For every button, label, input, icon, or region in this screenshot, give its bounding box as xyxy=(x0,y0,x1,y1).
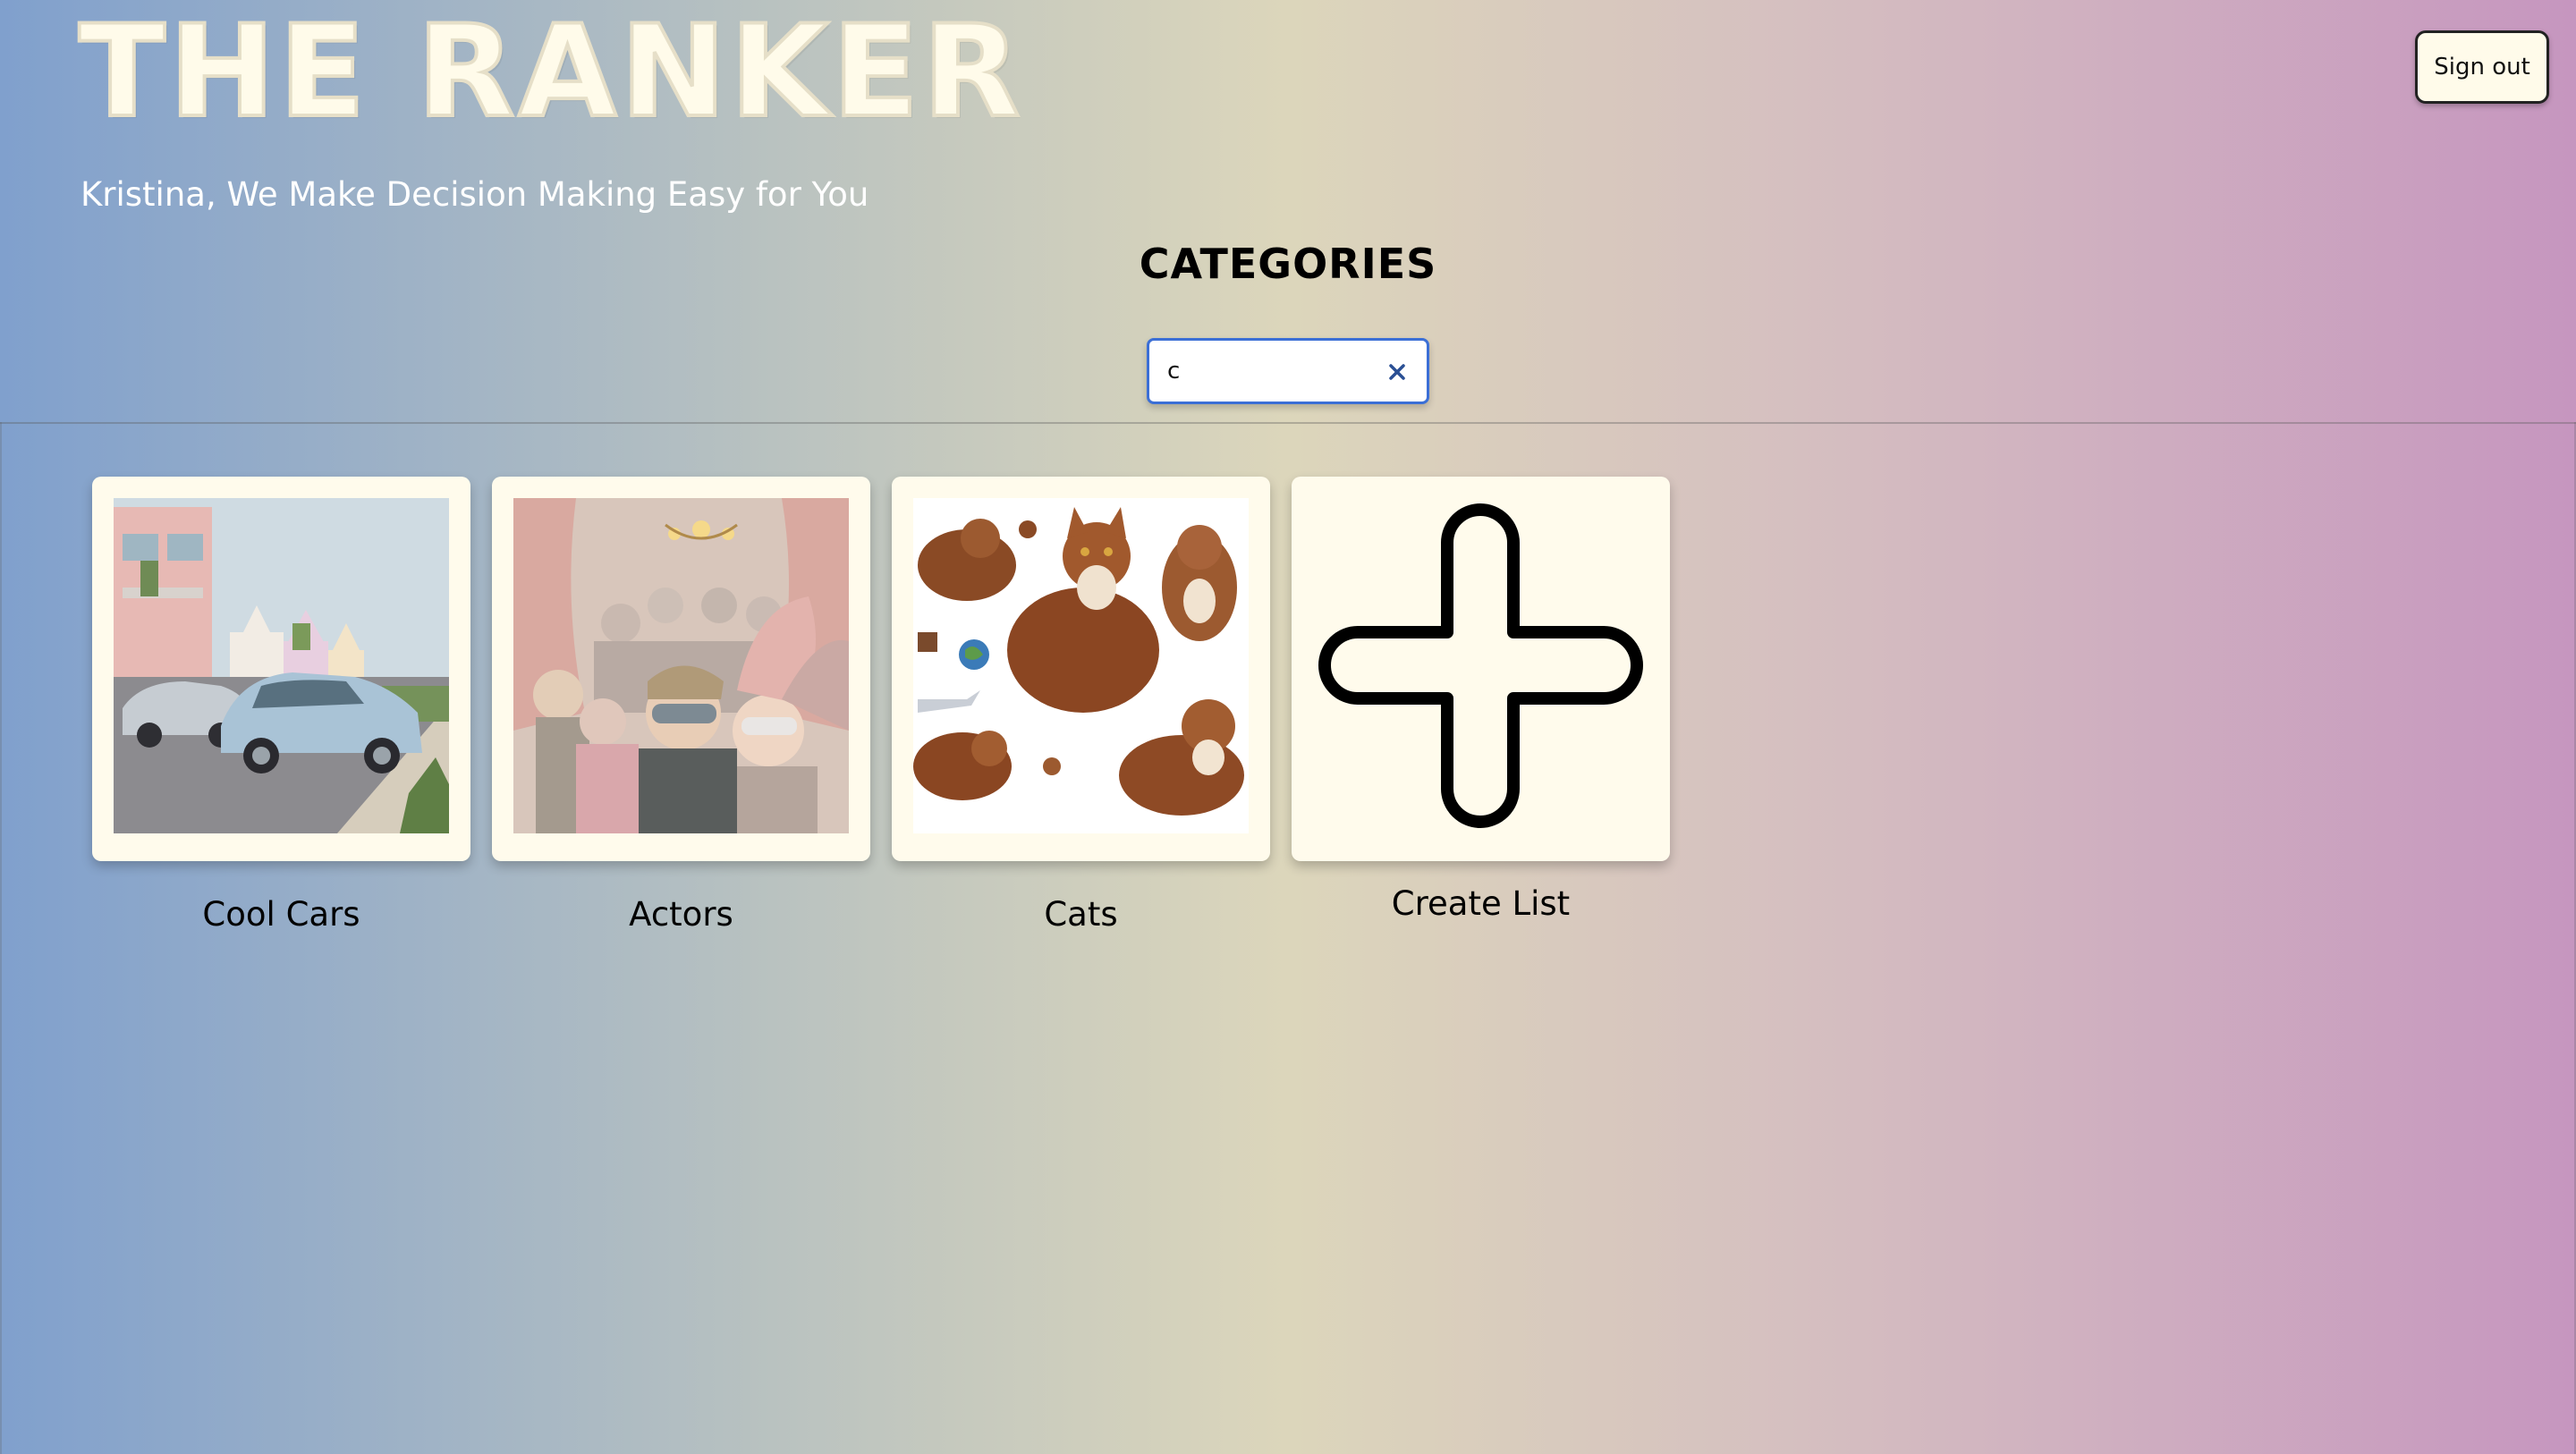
category-card-actors[interactable] xyxy=(492,477,870,861)
category-label-cool-cars[interactable]: Cool Cars xyxy=(92,895,470,934)
app-logo: THE RANKER xyxy=(77,0,1024,146)
tagline: Kristina, We Make Decision Making Easy f… xyxy=(80,175,869,214)
cars-photo xyxy=(114,498,449,833)
search-input[interactable] xyxy=(1167,353,1373,389)
create-list-label[interactable]: Create List xyxy=(1292,884,1670,923)
create-list-card[interactable] xyxy=(1292,477,1670,861)
category-card-cats[interactable] xyxy=(892,477,1270,861)
close-icon xyxy=(1389,364,1405,380)
section-divider xyxy=(0,422,2576,424)
sign-out-button[interactable]: Sign out xyxy=(2415,30,2549,104)
cats-stickers-photo xyxy=(913,498,1249,833)
page-title: CATEGORIES xyxy=(1139,240,1437,288)
category-label-actors[interactable]: Actors xyxy=(492,895,870,934)
masquerade-photo xyxy=(513,498,849,833)
category-label-cats[interactable]: Cats xyxy=(892,895,1270,934)
plus-icon xyxy=(1313,498,1648,833)
left-border xyxy=(0,422,2,1454)
category-card-cool-cars[interactable] xyxy=(92,477,470,861)
search-box xyxy=(1147,338,1429,404)
clear-search-button[interactable] xyxy=(1382,357,1412,387)
